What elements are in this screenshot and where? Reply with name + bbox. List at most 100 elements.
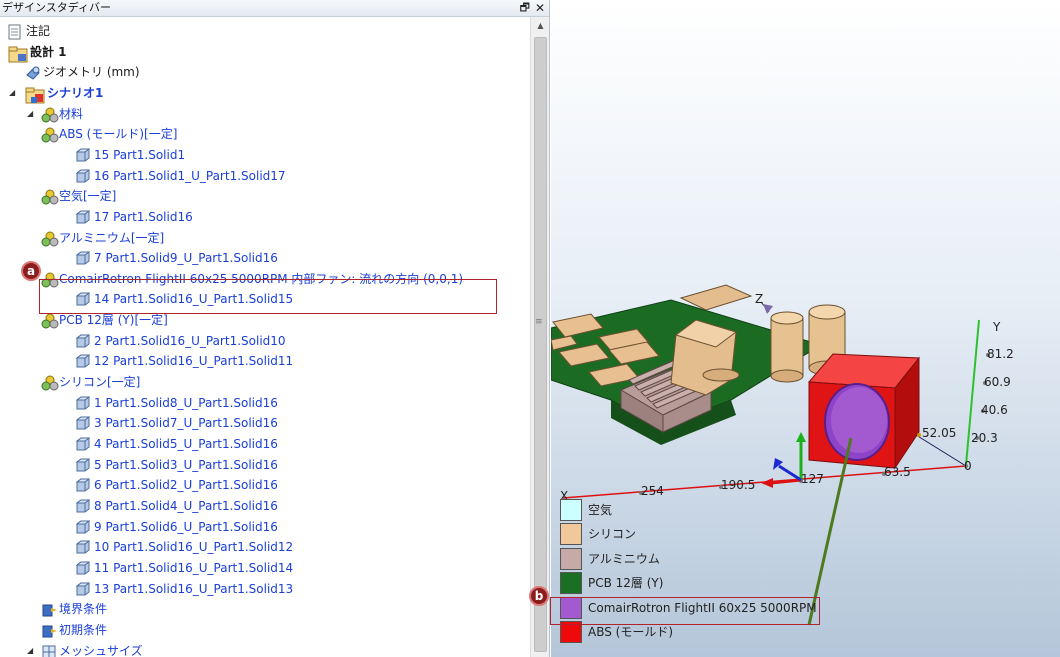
tree-node[interactable]: 設計 1 (0, 42, 530, 63)
tree-node[interactable]: 10 Part1.Solid16_U_Part1.Solid12 (0, 537, 530, 557)
tree-node[interactable]: ◢アルミニウム[一定] (0, 228, 530, 248)
tree-node[interactable]: 6 Part1.Solid2_U_Part1.Solid16 (0, 475, 530, 495)
tree-node-label: 材料 (59, 106, 84, 121)
legend-label: 空気 (588, 503, 613, 517)
tree-node[interactable]: ◢空気[一定] (0, 186, 530, 206)
design-icon (8, 45, 28, 63)
tree-node[interactable]: ◢ メッシュサイズ (0, 641, 530, 657)
legend-swatch (560, 572, 582, 595)
tree-node[interactable]: 12 Part1.Solid16_U_Part1.Solid11 (0, 351, 530, 371)
solid-part-icon (75, 334, 92, 350)
close-panel-button[interactable]: ✕ (535, 0, 545, 16)
tree-node-label: シリコン[一定] (59, 375, 141, 390)
tree-node-label: 8 Part1.Solid4_U_Part1.Solid16 (94, 498, 278, 513)
tree-node-label: 11 Part1.Solid16_U_Part1.Solid14 (94, 560, 294, 575)
y-tick-label: 0 (964, 459, 972, 473)
condition-icon (41, 602, 57, 618)
tree-node-label: 16 Part1.Solid1_U_Part1.Solid17 (94, 168, 286, 183)
legend-label: PCB 12層 (Y) (588, 576, 664, 591)
tree-node-label: 13 Part1.Solid16_U_Part1.Solid13 (94, 581, 294, 596)
tree-node[interactable]: 注記 (0, 21, 530, 41)
solid-part-icon (75, 354, 92, 370)
tree-node[interactable]: 16 Part1.Solid1_U_Part1.Solid17 (0, 166, 530, 186)
tree-node-label: 境界条件 (59, 602, 108, 617)
scroll-up-arrow-icon[interactable]: ▲ (531, 17, 549, 34)
tree-node[interactable]: 8 Part1.Solid4_U_Part1.Solid16 (0, 496, 530, 516)
tree-node[interactable]: 境界条件 (0, 599, 530, 619)
tree-node[interactable]: ◢ABS (モールド)[一定] (0, 124, 530, 144)
x-tick-label: 127 (801, 472, 824, 486)
tree-node-label: 空気[一定] (59, 189, 117, 204)
callout-b-badge: b (529, 586, 549, 606)
tree-node[interactable]: ◢ シナリオ1 (0, 83, 530, 104)
tree-node-label: 2 Part1.Solid16_U_Part1.Solid10 (94, 333, 286, 348)
coordinate-triad (761, 432, 806, 488)
tree-node[interactable]: 2 Part1.Solid16_U_Part1.Solid10 (0, 331, 530, 351)
solid-part-icon (75, 396, 92, 412)
panel-title: デザインスタディバー (2, 1, 112, 14)
y-tick-label: 81.2 (987, 347, 1014, 361)
solid-part-icon (75, 458, 92, 474)
tree-node-label: 3 Part1.Solid7_U_Part1.Solid16 (94, 416, 278, 431)
callout-a-badge: a (21, 261, 41, 281)
solid-part-icon (75, 582, 92, 598)
x-tick-label: 63.5 (884, 465, 911, 479)
legend-swatch (560, 499, 582, 521)
tree-node-label: 1 Part1.Solid8_U_Part1.Solid16 (94, 395, 278, 410)
tree-node[interactable]: 11 Part1.Solid16_U_Part1.Solid14 (0, 558, 530, 578)
tree-node-label: 12 Part1.Solid16_U_Part1.Solid11 (94, 354, 294, 369)
solid-part-icon (75, 437, 92, 453)
tree-node[interactable]: 初期条件 (0, 620, 530, 640)
tree-node[interactable]: ◢シリコン[一定] (0, 372, 530, 392)
tree-node-label: シナリオ1 (47, 85, 104, 100)
y-tick-label: 40.6 (981, 403, 1008, 417)
tree-node-label: 設計 1 (30, 44, 67, 59)
tree-node[interactable]: 15 Part1.Solid1 (0, 145, 530, 165)
tree-node-label: メッシュサイズ (59, 643, 143, 657)
panel-title-bar: デザインスタディバー 🗗 ✕ (0, 0, 549, 17)
tree-node[interactable]: 3 Part1.Solid7_U_Part1.Solid16 (0, 413, 530, 433)
solid-part-icon (75, 416, 92, 432)
design-study-tree: 注記設計 1ジオメトリ (mm)◢シナリオ1◢材料◢ABS (モールド)[一定]… (0, 17, 530, 657)
tree-node[interactable]: 13 Part1.Solid16_U_Part1.Solid13 (0, 579, 530, 599)
solid-part-icon (75, 478, 92, 494)
geometry-icon (25, 65, 41, 81)
tree-node-label: 5 Part1.Solid3_U_Part1.Solid16 (94, 457, 278, 472)
collapse-triangle-icon[interactable]: ◢ (27, 104, 37, 124)
solid-part-icon (75, 169, 92, 185)
z-axis-marker: Z (755, 292, 773, 314)
material-icon (41, 127, 59, 143)
tree-node-label: アルミニウム[一定] (59, 230, 165, 245)
tree-node[interactable]: ジオメトリ (mm) (0, 62, 530, 82)
tree-node-label: 17 Part1.Solid16 (94, 209, 193, 224)
tree-node[interactable]: 4 Part1.Solid5_U_Part1.Solid16 (0, 434, 530, 454)
z-axis-label: Z (755, 292, 763, 306)
y-tick-label: 60.9 (984, 375, 1011, 389)
material-icon (41, 313, 59, 329)
tree-node-label: 10 Part1.Solid16_U_Part1.Solid12 (94, 540, 294, 555)
scrollbar-thumb[interactable] (534, 37, 547, 652)
tree-node[interactable]: 9 Part1.Solid6_U_Part1.Solid16 (0, 517, 530, 537)
tree-node[interactable]: 5 Part1.Solid3_U_Part1.Solid16 (0, 455, 530, 475)
tree-node-label: ABS (モールド)[一定] (59, 127, 178, 142)
legend-label: シリコン (588, 527, 637, 542)
tree-node-label: 6 Part1.Solid2_U_Part1.Solid16 (94, 478, 278, 493)
tree-node-label: 15 Part1.Solid1 (94, 147, 186, 162)
solid-part-icon (75, 561, 92, 577)
tree-node[interactable]: ◢ 材料 (0, 104, 530, 124)
vertical-scrollbar[interactable]: ▲ ≡ (530, 17, 549, 657)
tree-node[interactable]: 1 Part1.Solid8_U_Part1.Solid16 (0, 393, 530, 413)
tree-node-label: 4 Part1.Solid5_U_Part1.Solid16 (94, 437, 278, 451)
legend-label: アルミニウム (588, 551, 660, 566)
tree-node[interactable]: 7 Part1.Solid9_U_Part1.Solid16 (0, 248, 530, 268)
scrollbar-grip-icon: ≡ (535, 317, 543, 327)
solid-part-icon (75, 499, 92, 515)
x-tick-label: 190.5 (721, 478, 755, 492)
scenario-icon (25, 86, 45, 104)
tree-node[interactable]: 17 Part1.Solid16 (0, 207, 530, 227)
collapse-triangle-icon[interactable]: ◢ (27, 641, 37, 657)
float-window-button[interactable]: 🗗 (520, 0, 530, 16)
collapse-triangle-icon[interactable]: ◢ (9, 83, 19, 103)
solid-part-icon (75, 210, 92, 226)
legend-swatch (560, 547, 582, 570)
